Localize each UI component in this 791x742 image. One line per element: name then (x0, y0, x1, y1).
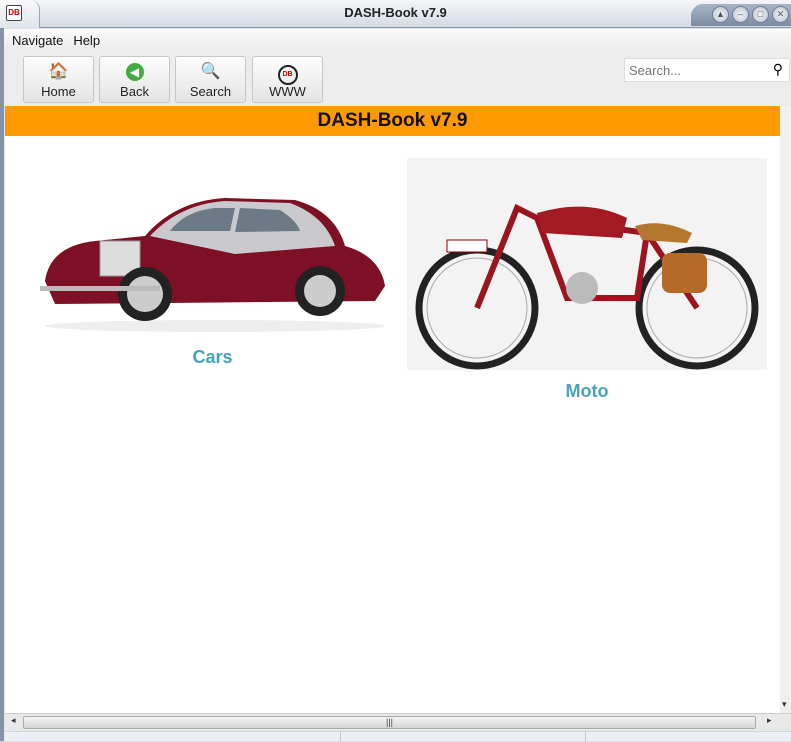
search-icon[interactable]: ⚲ (773, 61, 783, 78)
rollup-button[interactable]: ▲ (712, 6, 729, 23)
scroll-down-arrow[interactable]: ▾ (782, 699, 787, 710)
magnifier-icon: 🔍 (200, 63, 221, 80)
menu-bar: Navigate Help (4, 29, 791, 52)
maximize-button[interactable]: □ (752, 6, 769, 23)
search-button[interactable]: 🔍 Search (175, 56, 246, 103)
horizontal-scrollbar[interactable]: ◂ ||| ▸ (5, 713, 791, 731)
car-image[interactable] (35, 186, 390, 336)
back-arrow-icon: ◀ (100, 61, 169, 83)
close-button[interactable]: ✕ (772, 6, 789, 23)
scroll-left-arrow[interactable]: ◂ (11, 715, 16, 726)
scrollbar-thumb[interactable]: ||| (23, 716, 756, 729)
home-button[interactable]: 🏠 Home (23, 56, 94, 103)
status-bar (5, 731, 791, 742)
toolbar: 🏠Home ◀Back 🔍Search DBWWW ⚲ (4, 52, 791, 106)
home-icon: 🏠 (48, 63, 69, 80)
category-cars[interactable]: Cars (35, 186, 390, 368)
www-button[interactable]: DB WWW (252, 56, 323, 103)
search-box: ⚲ (624, 58, 790, 82)
window-title: DASH-Book v7.9 (344, 5, 447, 20)
motorcycle-image[interactable] (407, 158, 767, 370)
page-banner: DASH-Book v7.9 (5, 106, 780, 136)
vertical-scrollbar[interactable]: ▾ (780, 106, 791, 714)
cars-link[interactable]: Cars (35, 347, 390, 368)
moto-link[interactable]: Moto (407, 381, 767, 402)
search-input[interactable] (625, 59, 760, 81)
title-bar: DB DASH-Book v7.9 ▲ – □ ✕ (0, 0, 791, 28)
dash-logo-icon: DB (253, 61, 322, 85)
window-border (0, 28, 4, 741)
back-button[interactable]: ◀ Back (99, 56, 170, 103)
menu-navigate[interactable]: Navigate (8, 29, 69, 52)
menu-help[interactable]: Help (69, 29, 106, 52)
minimize-button[interactable]: – (732, 6, 749, 23)
scroll-right-arrow[interactable]: ▸ (767, 715, 772, 726)
content-area: DASH-Book v7.9 Cars Moto (5, 106, 780, 713)
category-moto[interactable]: Moto (407, 158, 767, 402)
